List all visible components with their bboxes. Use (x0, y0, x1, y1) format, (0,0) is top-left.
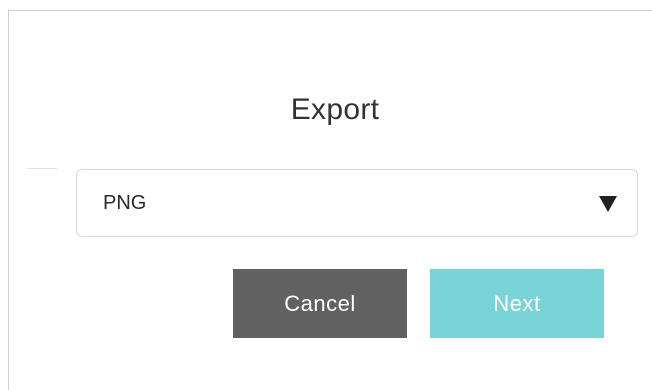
next-button[interactable]: Next (430, 269, 604, 338)
export-dialog: Export PNG Cancel Next (8, 10, 652, 390)
select-value: PNG (103, 192, 147, 214)
divider (27, 168, 57, 169)
dialog-title: Export (290, 93, 380, 126)
cancel-button[interactable]: Cancel (233, 269, 407, 338)
export-format-select[interactable]: PNG (76, 169, 638, 237)
caret-down-icon (599, 196, 617, 212)
